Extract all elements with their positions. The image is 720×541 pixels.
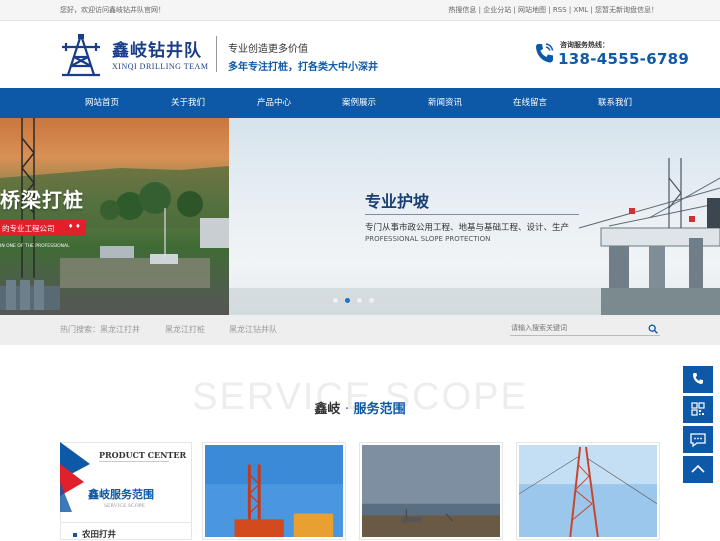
phone-icon (693, 373, 703, 384)
search-icon[interactable] (648, 324, 658, 334)
top-link-rss[interactable]: RSS (553, 6, 567, 14)
logo-english-name: XINQI DRILLING TEAM (112, 62, 209, 71)
main-nav: 网站首页 关于我们 产品中心 案例展示 新闻资讯 在线留言 联系我们 (0, 88, 720, 118)
welcome-text: 您好，欢迎访问鑫岐钻井队官网！ (60, 6, 165, 14)
top-link-xml[interactable]: XML (573, 6, 588, 14)
banner-left-title: 桥梁打桩 (0, 188, 84, 212)
banner-right-english: PROFESSIONAL SLOPE PROTECTION (365, 235, 491, 243)
top-link-branch[interactable]: 企业分站 (483, 6, 511, 14)
header-divider (216, 36, 217, 72)
hotline-label: 咨询服务热线： (560, 41, 609, 49)
slogan-primary: 专业创造更多价值 (228, 44, 308, 55)
nav-item-message[interactable]: 在线留言 (495, 88, 565, 118)
nav-item-home[interactable]: 网站首页 (67, 88, 137, 118)
product-card-1[interactable] (202, 442, 346, 540)
banner-right-description: 专门从事市政公用工程、地基与基础工程、设计、生产 (365, 223, 570, 233)
nav-item-news[interactable]: 新闻资讯 (410, 88, 480, 118)
banner-slide-slope (229, 118, 720, 315)
hot-search-label: 热门搜索： (60, 325, 100, 334)
nav-item-cases[interactable]: 案例展示 (324, 88, 394, 118)
hotline-number[interactable]: 138-4555-6789 (558, 50, 689, 68)
sidebar-divider (99, 461, 169, 462)
banner-slide-piling: 桥梁打桩 的专业工程公司 ♦ ♦ IN ONE OF THE PROFESSIO… (0, 118, 229, 315)
nav-item-about[interactable]: 关于我们 (153, 88, 223, 118)
logo-name[interactable]: 鑫岐钻井队 (112, 36, 202, 61)
sidebar-item-label: 农田打井 (82, 530, 117, 540)
top-bar: 您好，欢迎访问鑫岐钻井队官网！ 热搜信息 | 企业分站 | 网站地图 | RSS… (0, 0, 720, 21)
banner-dot-4[interactable] (369, 298, 374, 303)
top-links: 热搜信息 | 企业分站 | 网站地图 | RSS | XML | 您暂无新询盘信… (448, 6, 658, 14)
slogan-secondary: 多年专注打桩，打各类大中小深井 (228, 62, 378, 73)
product-card-2[interactable] (359, 442, 503, 540)
top-link-inquiry[interactable]: 您暂无新询盘信息！ (595, 6, 658, 14)
banner-left-small-text: IN ONE OF THE PROFESSIONAL (0, 244, 70, 249)
product-image-3 (518, 445, 658, 538)
hot-keyword-1[interactable]: 黑龙江打井 (100, 324, 140, 335)
float-chat-button[interactable] (683, 426, 713, 453)
floating-toolbar (683, 366, 713, 484)
sidebar-title: 鑫岐服务范围 (88, 488, 154, 501)
phone-icon (536, 43, 554, 63)
product-center-label: PRODUCT CENTER (99, 450, 187, 460)
scope-title: 鑫岐 · 服务范围 (0, 398, 720, 417)
sidebar-subtitle: SERVICE SCOPE (104, 503, 145, 509)
chat-icon (690, 433, 706, 448)
product-image-1 (205, 445, 343, 537)
scope-title-a: 鑫岐 (314, 402, 341, 417)
banner-left-tag: 的专业工程公司 (2, 224, 55, 233)
banner-right-divider (365, 214, 579, 215)
banner-left-arrows-icon: ♦ ♦ (68, 223, 81, 230)
banner-dot-3[interactable] (357, 298, 362, 303)
scope-title-sep: · (344, 402, 350, 417)
qrcode-icon (691, 402, 705, 416)
construction-site-image (0, 118, 229, 310)
float-qrcode-button[interactable] (683, 396, 713, 423)
banner-right-overlay (229, 118, 720, 315)
derrick-logo-icon[interactable] (58, 33, 104, 77)
product-image-2 (362, 445, 500, 537)
float-phone-button[interactable] (683, 366, 713, 393)
top-link-hot[interactable]: 热搜信息 (448, 6, 476, 14)
hot-keyword-2[interactable]: 黑龙江打桩 (165, 324, 205, 335)
product-card-3[interactable] (516, 442, 660, 540)
banner-right-title: 专业护坡 (365, 192, 430, 211)
search-input[interactable] (510, 321, 660, 336)
banner-dot-2[interactable] (345, 298, 350, 303)
banner-dot-1[interactable] (333, 298, 338, 303)
nav-item-products[interactable]: 产品中心 (239, 88, 309, 118)
sidebar-item-farm-well[interactable] (60, 522, 192, 540)
back-to-top-icon (691, 464, 705, 473)
hot-keyword-3[interactable]: 黑龙江钻井队 (229, 324, 277, 335)
float-back-to-top-button[interactable] (683, 456, 713, 483)
top-link-sitemap[interactable]: 网站地图 (518, 6, 546, 14)
hero-banner[interactable]: 桥梁打桩 的专业工程公司 ♦ ♦ IN ONE OF THE PROFESSIO… (0, 118, 720, 315)
scope-title-b: 服务范围 (353, 402, 406, 417)
sidebar-item-bullet-icon (73, 533, 77, 537)
nav-item-contact[interactable]: 联系我们 (580, 88, 650, 118)
